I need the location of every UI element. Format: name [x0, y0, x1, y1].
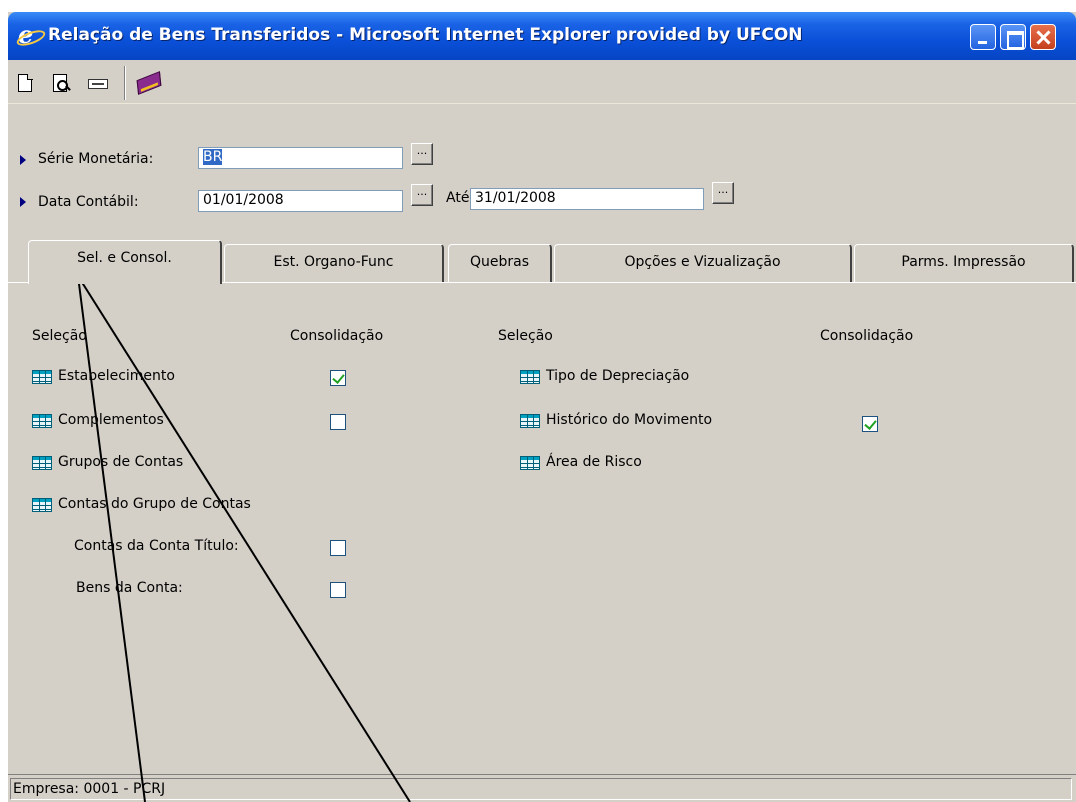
item-historico-do-movimento[interactable]: Histórico do Movimento [546, 412, 712, 428]
data-contabil-label: Data Contábil: [38, 194, 139, 210]
item-estabelecimento[interactable]: Estabelecimento [58, 368, 175, 384]
tab-quebras[interactable]: Quebras [448, 244, 552, 282]
ie-window: e Relação de Bens Transferidos - Microso… [8, 12, 1076, 802]
data-from-lookup-button[interactable]: ... [411, 184, 433, 206]
table-icon [520, 370, 540, 384]
historico-movimento-checkbox[interactable] [862, 416, 878, 432]
toolbar-separator [124, 66, 126, 100]
right-selecao-header: Seleção [498, 328, 553, 344]
table-icon [520, 456, 540, 470]
item-area-de-risco[interactable]: Área de Risco [546, 454, 642, 470]
table-icon [32, 498, 52, 512]
serie-arrow-icon [20, 155, 26, 165]
internet-explorer-icon: e [18, 23, 42, 48]
serie-input[interactable]: BR [198, 147, 403, 169]
serie-label: Série Monetária: [38, 151, 154, 167]
item-grupos-de-contas[interactable]: Grupos de Contas [58, 454, 183, 470]
close-icon [1031, 25, 1055, 49]
window-title: Relação de Bens Transferidos - Microsoft… [48, 25, 803, 45]
title-bar[interactable]: e Relação de Bens Transferidos - Microso… [8, 12, 1076, 60]
data-from-input[interactable]: 01/01/2008 [198, 190, 403, 212]
maximize-button[interactable] [1000, 24, 1026, 50]
minimize-button[interactable] [970, 24, 996, 50]
table-icon [32, 370, 52, 384]
new-document-icon[interactable] [18, 73, 33, 92]
data-to-lookup-button[interactable]: ... [712, 182, 734, 204]
contas-conta-titulo-checkbox[interactable] [330, 540, 346, 556]
left-selecao-header: Seleção [32, 328, 87, 344]
status-bar: Empresa: 0001 - PCRJ [8, 774, 1076, 802]
tab-opcoes-vizualizacao[interactable]: Opções e Vizualização [554, 244, 852, 282]
close-button[interactable] [1030, 24, 1056, 50]
table-icon [32, 456, 52, 470]
minimize-icon [971, 25, 995, 49]
estabelecimento-checkbox[interactable] [330, 370, 346, 386]
printer-icon[interactable] [88, 79, 108, 89]
table-icon [520, 414, 540, 428]
item-tipo-de-depreciacao[interactable]: Tipo de Depreciação [546, 368, 689, 384]
complementos-checkbox[interactable] [330, 414, 346, 430]
status-text: Empresa: 0001 - PCRJ [10, 778, 1072, 800]
tab-parms-impressao[interactable]: Parms. Impressão [854, 244, 1074, 282]
tab-sel-consol[interactable]: Sel. e Consol. [28, 240, 222, 284]
book-help-icon[interactable] [136, 71, 162, 95]
subitem-bens-da-conta: Bens da Conta: [76, 580, 183, 596]
data-to-input[interactable]: 31/01/2008 [470, 188, 704, 210]
toolbar [8, 60, 1076, 104]
table-icon [32, 414, 52, 428]
right-consolidacao-header: Consolidação [820, 328, 914, 344]
item-contas-do-grupo[interactable]: Contas do Grupo de Contas [58, 496, 251, 512]
bens-da-conta-checkbox[interactable] [330, 582, 346, 598]
print-preview-icon[interactable] [53, 74, 68, 92]
data-arrow-icon [20, 197, 26, 207]
left-consolidacao-header: Consolidação [290, 328, 384, 344]
tab-est-organo-func[interactable]: Est. Organo-Func [224, 244, 444, 282]
item-complementos[interactable]: Complementos [58, 412, 164, 428]
subitem-contas-conta-titulo: Contas da Conta Título: [74, 538, 239, 554]
maximize-icon [1001, 25, 1025, 49]
serie-lookup-button[interactable]: ... [411, 143, 433, 165]
serie-value: BR [203, 149, 223, 165]
